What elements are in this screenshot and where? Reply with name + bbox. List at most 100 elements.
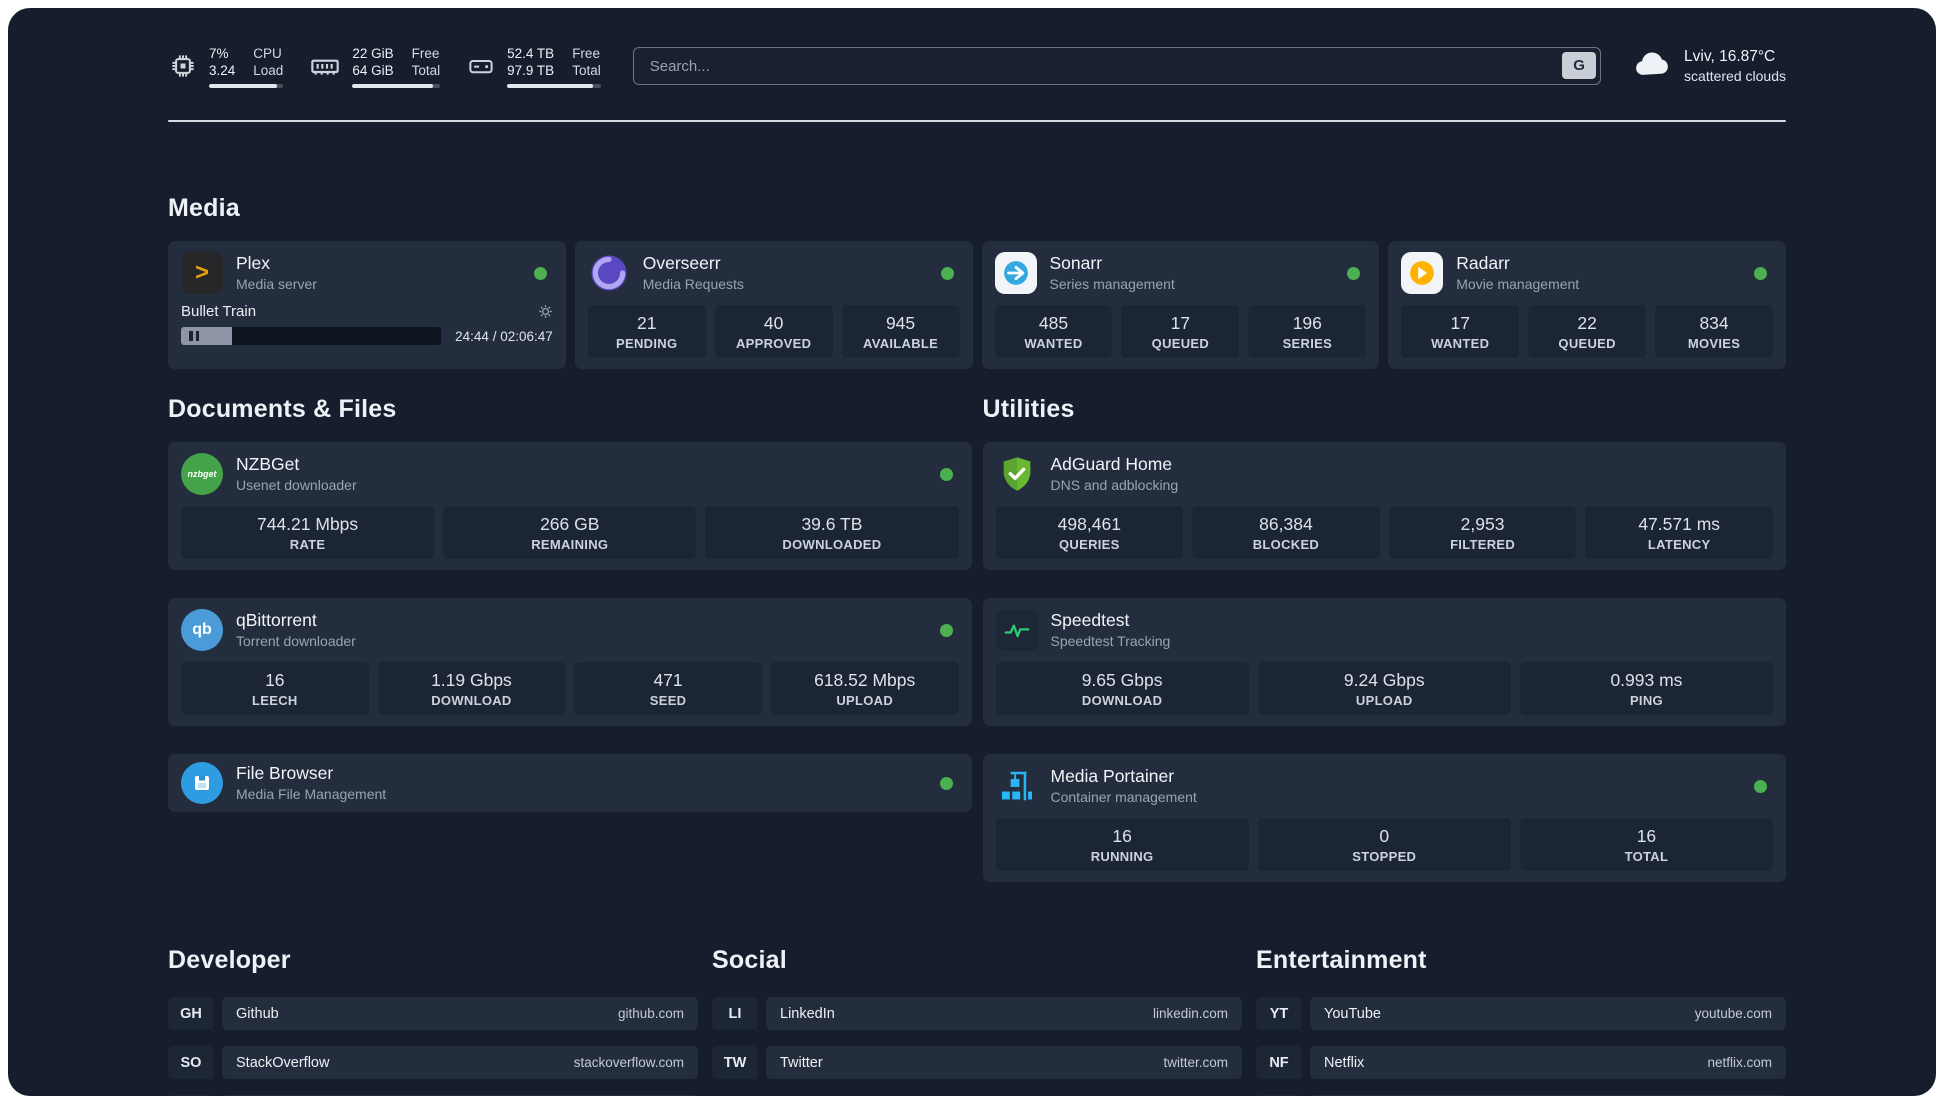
bookmark-abbr: YT <box>1256 997 1302 1030</box>
radarr-icon <box>1401 252 1444 294</box>
stat-tile: 16 TOTAL <box>1519 818 1774 871</box>
storage-free-label: Free <box>572 45 600 61</box>
memory-free-label: Free <box>411 45 440 61</box>
stat-tile: 39.6 TB DOWNLOADED <box>705 506 959 559</box>
stat-tile: 498,461 QUERIES <box>995 506 1184 559</box>
overseerr-card[interactable]: Overseerr Media Requests 21 PENDING 40 APP… <box>574 241 973 369</box>
search-engine-button[interactable]: G <box>1562 52 1597 79</box>
bookmark-url: linkedin.com <box>1152 1006 1228 1021</box>
stat-tile: 266 GB REMAINING <box>443 506 697 559</box>
filebrowser-card[interactable]: File Browser Media File Management <box>168 754 972 812</box>
cpu-label: CPU <box>253 45 282 61</box>
seek-bar[interactable] <box>181 327 442 345</box>
nzbget-card[interactable]: nzbget NZBGet Usenet downloader 744.21 M… <box>168 442 972 570</box>
documents-section: Documents & Files nzbget NZBGet Usenet d… <box>168 369 972 882</box>
memory-total-label: Total <box>411 62 441 78</box>
radarr-card[interactable]: Radarr Movie management 17 WANTED 22 QUEUE… <box>1388 241 1786 369</box>
bookmark-twitter[interactable]: TW Twitter twitter.com <box>712 1046 1242 1079</box>
bookmark-netflix[interactable]: NF Netflix netflix.com <box>1256 1046 1786 1079</box>
bookmark-abbr: LI <box>712 997 758 1030</box>
stat-tile: 0.993 ms PING <box>1519 662 1774 715</box>
settings-gear-icon[interactable] <box>538 304 553 319</box>
app-desc: Container management <box>1050 789 1197 805</box>
pause-icon[interactable] <box>189 331 199 341</box>
adguard-card[interactable]: AdGuard Home DNS and adblocking 498,461 Q… <box>982 442 1786 570</box>
stat-tile: 834 MOVIES <box>1655 305 1774 358</box>
stat-tile: 618.52 Mbps UPLOAD <box>770 662 959 715</box>
app-name: Overseerr <box>642 253 721 273</box>
bookmark-name: Github <box>236 1005 279 1022</box>
stat-tile: 9.24 Gbps UPLOAD <box>1257 662 1511 715</box>
bookmark-youtube[interactable]: YT YouTube youtube.com <box>1256 997 1786 1030</box>
status-dot <box>1754 779 1767 793</box>
media-grid: > Plex Media server Bullet Train 24:44 / <box>168 241 1786 369</box>
bookmark-name: StackOverflow <box>236 1054 330 1071</box>
memory-free: 22 GiB <box>352 45 394 61</box>
app-name: Media Portainer <box>1050 766 1175 786</box>
bookmark-url: github.com <box>617 1006 684 1021</box>
bookmark-url: stackoverflow.com <box>573 1055 684 1070</box>
topbar: 7% 3.24 CPU Load 22 GiB 64 GiB Free Tota… <box>168 40 1786 92</box>
nzbget-icon: nzbget <box>181 453 223 495</box>
bookmark-name: Twitter <box>780 1054 823 1071</box>
bookmark-abbr: GH <box>168 997 214 1030</box>
stat-tile: 485 WANTED <box>994 305 1113 358</box>
bookmark-url: youtube.com <box>1694 1006 1772 1021</box>
bookmark-github[interactable]: GH Github github.com <box>168 997 698 1030</box>
cpu-loadavg: 3.24 <box>209 62 236 78</box>
filebrowser-icon <box>181 762 223 804</box>
status-dot <box>533 266 547 280</box>
section-title-utilities: Utilities <box>982 395 1075 423</box>
bookmark-reddit[interactable]: RE Redditreddit.com <box>1256 1095 1786 1096</box>
stat-tile: 744.21 Mbps RATE <box>181 506 435 559</box>
app-name: Sonarr <box>1049 253 1103 273</box>
overseerr-icon <box>588 252 630 294</box>
stat-tile: 471 SEED <box>574 662 762 715</box>
weather-condition: scattered clouds <box>1684 68 1786 84</box>
adguard-shield-icon <box>996 453 1038 495</box>
app-desc: Usenet downloader <box>236 477 357 493</box>
status-dot <box>939 467 953 481</box>
app-desc: DNS and adblocking <box>1050 477 1179 493</box>
search-bar: G <box>632 47 1602 85</box>
app-desc: Movie management <box>1456 276 1580 292</box>
speedtest-card[interactable]: Speedtest Speedtest Tracking 9.65 Gbps DO… <box>982 598 1786 726</box>
cloud-icon <box>1631 44 1671 89</box>
section-title-developer: Developer <box>168 946 291 974</box>
bookmark-dev[interactable]: DT DEVdev.to <box>168 1095 698 1096</box>
bookmark-linkedin[interactable]: LI LinkedIn linkedin.com <box>712 997 1242 1030</box>
plex-card[interactable]: > Plex Media server Bullet Train 24:44 / <box>168 241 566 369</box>
sonarr-icon <box>994 252 1037 294</box>
bookmark-url: netflix.com <box>1707 1055 1772 1070</box>
portainer-card[interactable]: Media Portainer Container management 16 R… <box>982 754 1786 882</box>
stat-tile: 17 QUEUED <box>1121 305 1240 358</box>
app-desc: Media Requests <box>642 276 744 292</box>
storage-total-label: Total <box>572 62 601 78</box>
now-playing-title: Bullet Train <box>181 303 257 320</box>
section-title-social: Social <box>712 946 787 974</box>
qbittorrent-card[interactable]: qb qBittorrent Torrent downloader 16 LEEC… <box>168 598 972 726</box>
stat-tile: 0 STOPPED <box>1257 818 1511 871</box>
stat-tile: 16 RUNNING <box>995 818 1249 871</box>
status-dot <box>940 266 954 280</box>
stat-tile: 9.65 Gbps DOWNLOAD <box>995 662 1249 715</box>
app-name: Speedtest <box>1050 610 1130 630</box>
cpu-icon <box>168 51 198 81</box>
plex-icon: > <box>181 252 223 294</box>
dashboard-root: 7% 3.24 CPU Load 22 GiB 64 GiB Free Tota… <box>8 8 1936 1096</box>
portainer-crane-icon <box>996 765 1038 807</box>
playback-time: 24:44 / 02:06:47 <box>455 328 553 344</box>
developer-bookmarks: Developer GH Github github.com SO StackOv… <box>168 882 698 1096</box>
search-input[interactable] <box>632 47 1602 85</box>
sonarr-card[interactable]: Sonarr Series management 485 WANTED 17 QUE… <box>981 241 1380 369</box>
stat-tile: 945 AVAILABLE <box>841 305 960 358</box>
bookmark-url: twitter.com <box>1163 1055 1228 1070</box>
app-name: File Browser <box>236 763 334 783</box>
stat-tile: 2,953 FILTERED <box>1388 506 1577 559</box>
app-desc: Speedtest Tracking <box>1050 633 1171 649</box>
stat-tile: 196 SERIES <box>1248 305 1367 358</box>
storage-total: 97.9 TB <box>507 62 555 78</box>
bookmark-stackoverflow[interactable]: SO StackOverflow stackoverflow.com <box>168 1046 698 1079</box>
memory-widget: 22 GiB 64 GiB Free Total <box>309 45 441 88</box>
utilities-section: Utilities AdGuard Home DNS and adblockin… <box>982 369 1786 882</box>
